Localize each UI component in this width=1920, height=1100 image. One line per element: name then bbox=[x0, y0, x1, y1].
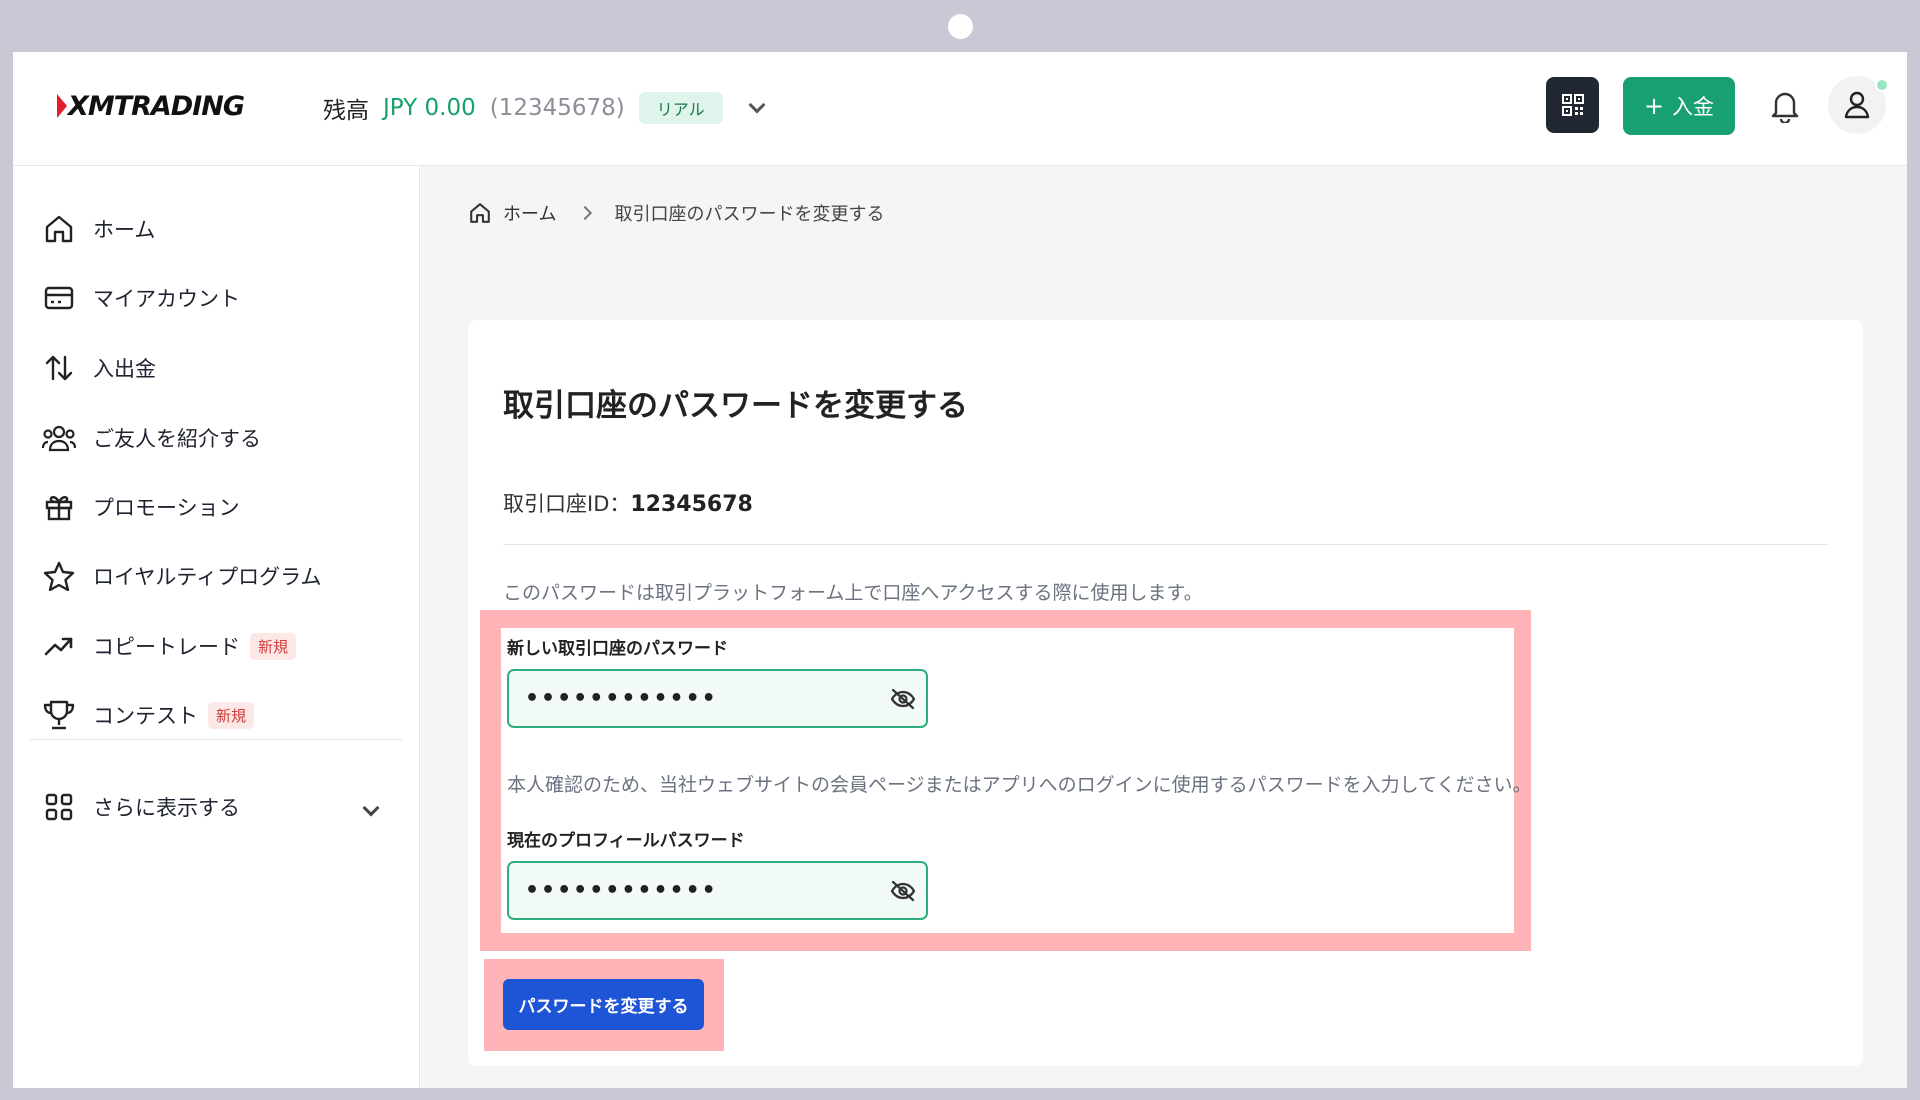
account-type-badge: リアル bbox=[638, 92, 723, 124]
home-icon bbox=[41, 211, 77, 247]
new-badge: 新規 bbox=[208, 701, 255, 729]
sidebar-item-promotions[interactable]: プロモーション bbox=[41, 487, 240, 527]
new-password-value: •••••••••••• bbox=[525, 686, 718, 711]
page-title: 取引口座のパスワードを変更する bbox=[503, 388, 968, 424]
deposit-button[interactable]: + 入金 bbox=[1623, 77, 1735, 135]
change-password-card: 取引口座のパスワードを変更する 取引口座ID：12345678 このパスワードは… bbox=[468, 320, 1863, 1066]
user-icon bbox=[1844, 91, 1870, 119]
transfer-icon bbox=[41, 350, 77, 386]
online-status-dot bbox=[1875, 78, 1889, 92]
breadcrumb-current: 取引口座のパスワードを変更する bbox=[614, 204, 885, 225]
verification-description: 本人確認のため、当社ウェブサイトの会員ページまたはアプリへのログインに使用するパ… bbox=[507, 774, 1532, 796]
sidebar-item-copy-trade[interactable]: コピートレード 新規 bbox=[41, 626, 297, 666]
bell-icon bbox=[1771, 92, 1799, 123]
sidebar-item-label: コンテスト bbox=[93, 704, 198, 728]
top-header: XMTRADING 残高 JPY 0.00 (12345678) リアル + 入… bbox=[13, 52, 1907, 166]
sidebar-item-label: ご友人を紹介する bbox=[93, 427, 261, 451]
current-password-value: •••••••••••• bbox=[525, 878, 718, 903]
trend-icon bbox=[41, 628, 77, 664]
balance-amount: JPY 0.00 bbox=[383, 95, 476, 121]
current-password-field[interactable]: •••••••••••• bbox=[507, 861, 928, 920]
sidebar-item-refer-friend[interactable]: ご友人を紹介する bbox=[41, 418, 261, 458]
notifications-button[interactable] bbox=[1767, 86, 1803, 126]
eye-off-icon[interactable] bbox=[890, 880, 916, 902]
sidebar-item-home[interactable]: ホーム bbox=[41, 209, 155, 249]
sidebar: ホーム マイアカウント 入出金 ご友人を紹介する プロモーション ロイヤルティプ… bbox=[13, 166, 420, 1088]
sidebar-item-label: コピートレード bbox=[93, 635, 240, 659]
sidebar-item-my-account[interactable]: マイアカウント bbox=[41, 278, 240, 318]
chevron-down-icon[interactable] bbox=[362, 799, 380, 817]
sidebar-item-label: マイアカウント bbox=[93, 287, 240, 311]
device-camera bbox=[948, 14, 973, 39]
sidebar-more-label: さらに表示する bbox=[93, 796, 240, 820]
account-id-row: 取引口座ID：12345678 bbox=[503, 488, 753, 518]
home-icon[interactable] bbox=[469, 202, 491, 224]
users-icon bbox=[41, 420, 77, 456]
sidebar-item-deposit-withdraw[interactable]: 入出金 bbox=[41, 348, 156, 388]
grid-icon bbox=[41, 789, 77, 825]
password-fields-group: 新しい取引口座のパスワード •••••••••••• 本人確認のため、当社ウェブ… bbox=[501, 628, 1531, 933]
new-password-label: 新しい取引口座のパスワード bbox=[507, 639, 728, 659]
current-password-label: 現在のプロフィールパスワード bbox=[507, 831, 745, 851]
highlight-box-button: パスワードを変更する bbox=[484, 959, 724, 1051]
sidebar-item-label: 入出金 bbox=[93, 357, 156, 381]
trophy-icon bbox=[41, 697, 77, 733]
logo-text: XMTRADING bbox=[68, 90, 245, 122]
wallet-icon bbox=[41, 280, 77, 316]
change-password-button[interactable]: パスワードを変更する bbox=[503, 979, 704, 1030]
eye-off-icon[interactable] bbox=[890, 688, 916, 710]
account-id-value: 12345678 bbox=[630, 492, 753, 517]
sidebar-divider bbox=[30, 739, 402, 740]
account-number: (12345678) bbox=[489, 95, 625, 121]
sidebar-show-more[interactable]: さらに表示する bbox=[41, 787, 240, 827]
xm-logo[interactable]: XMTRADING bbox=[57, 88, 245, 124]
card-divider bbox=[503, 544, 1828, 545]
breadcrumb-home[interactable]: ホーム bbox=[503, 200, 556, 226]
sidebar-item-label: プロモーション bbox=[93, 496, 240, 520]
qr-code-button[interactable] bbox=[1546, 77, 1599, 133]
gift-icon bbox=[41, 489, 77, 525]
password-description: このパスワードは取引プラットフォーム上で口座へアクセスする際に使用します。 bbox=[503, 582, 1203, 604]
sidebar-item-contest[interactable]: コンテスト 新規 bbox=[41, 695, 255, 735]
new-password-field[interactable]: •••••••••••• bbox=[507, 669, 928, 728]
main-content: ホーム 取引口座のパスワードを変更する 取引口座のパスワードを変更する 取引口座… bbox=[421, 166, 1907, 1088]
plus-icon: + bbox=[1643, 92, 1665, 120]
account-id-label: 取引口座ID： bbox=[503, 492, 631, 516]
chevron-right-icon bbox=[578, 205, 593, 221]
balance-label: 残高 bbox=[323, 98, 369, 124]
star-icon bbox=[41, 558, 77, 594]
deposit-label: 入金 bbox=[1672, 95, 1715, 119]
app-window: XMTRADING 残高 JPY 0.00 (12345678) リアル + 入… bbox=[13, 52, 1907, 1088]
sidebar-item-loyalty[interactable]: ロイヤルティプログラム bbox=[41, 556, 321, 596]
account-selector[interactable]: 残高 JPY 0.00 (12345678) リアル bbox=[323, 90, 766, 126]
sidebar-item-label: ホーム bbox=[93, 218, 156, 242]
logo-mark-icon bbox=[57, 94, 67, 118]
new-badge: 新規 bbox=[250, 632, 297, 660]
qr-code-icon bbox=[1561, 94, 1584, 116]
sidebar-item-label: ロイヤルティプログラム bbox=[93, 565, 322, 589]
chevron-down-icon[interactable] bbox=[748, 96, 766, 114]
highlight-box-fields: 新しい取引口座のパスワード •••••••••••• 本人確認のため、当社ウェブ… bbox=[480, 610, 1531, 951]
breadcrumb: ホーム 取引口座のパスワードを変更する bbox=[469, 200, 884, 226]
